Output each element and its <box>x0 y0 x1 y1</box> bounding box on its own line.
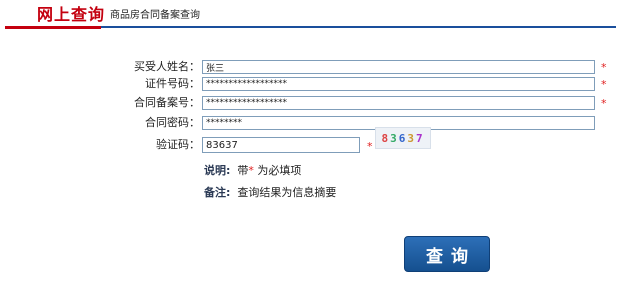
buyer-name-required-mark: * <box>601 61 607 74</box>
remark-note: 备注: 查询结果为信息摘要 <box>204 186 336 200</box>
id-number-required-mark: * <box>601 78 607 91</box>
id-number-label: 证件号码： <box>145 77 200 90</box>
id-number-input[interactable] <box>202 77 595 91</box>
remark-note-label: 备注: <box>204 186 231 199</box>
page-subtitle: 商品房合同备案查询 <box>110 10 200 21</box>
query-button[interactable]: 查询 <box>404 236 490 272</box>
required-note-label: 说明: <box>204 164 231 177</box>
contract-password-label: 合同密码： <box>145 116 200 129</box>
captcha-image[interactable]: 83637 <box>375 127 431 149</box>
remark-note-text: 查询结果为信息摘要 <box>237 186 337 199</box>
contract-no-label: 合同备案号： <box>134 96 200 109</box>
captcha-input[interactable] <box>202 137 360 153</box>
captcha-digit: 3 <box>407 131 416 145</box>
buyer-name-label: 买受人姓名： <box>134 60 200 73</box>
required-note-text: 为必填项 <box>257 164 302 177</box>
captcha-digit: 8 <box>381 131 391 145</box>
contract-no-required-mark: * <box>601 97 607 110</box>
contract-no-input[interactable] <box>202 96 595 110</box>
required-note: 说明: 带* 为必填项 <box>204 164 301 178</box>
captcha-label: 验证码： <box>156 138 200 151</box>
buyer-name-input[interactable] <box>202 60 595 74</box>
page-title: 网上查询 <box>37 5 106 24</box>
captcha-digit: 6 <box>398 131 408 145</box>
header-accent-bar <box>5 26 101 29</box>
required-note-prefix: 带 <box>237 164 249 177</box>
captcha-required-mark: * <box>367 140 373 153</box>
required-note-star: * <box>248 164 254 177</box>
captcha-digit: 3 <box>390 131 399 145</box>
captcha-digit: 7 <box>415 131 425 145</box>
